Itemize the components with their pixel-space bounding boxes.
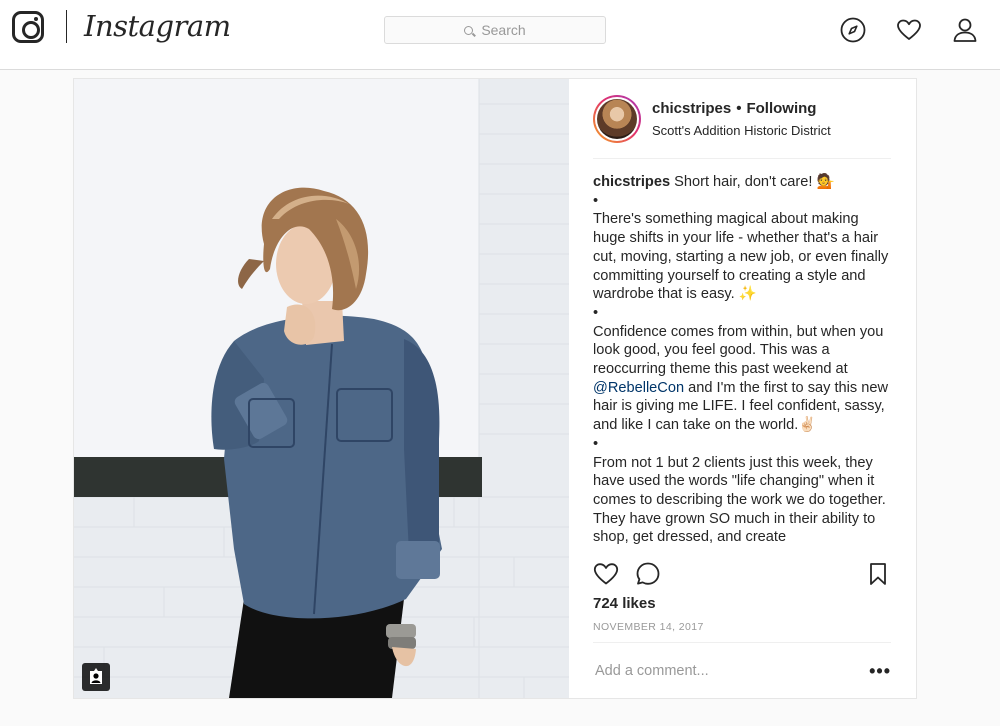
caption-paragraph-3: From not 1 but 2 clients just this week,… <box>593 454 886 546</box>
post-photo[interactable] <box>74 79 569 698</box>
bookmark-icon[interactable] <box>865 561 891 587</box>
instagram-wordmark[interactable]: Instagram <box>84 9 231 43</box>
location-link[interactable]: Scott's Addition Historic District <box>652 123 831 138</box>
search-icon <box>464 25 474 35</box>
comment-input[interactable]: Add a comment... <box>595 663 709 679</box>
separator-dot: • <box>736 100 742 117</box>
more-options-icon[interactable]: ••• <box>869 661 891 682</box>
likes-count[interactable]: 724 likes <box>593 595 656 612</box>
caption-bullet: • <box>593 192 599 209</box>
post-actions <box>593 561 891 589</box>
comment-icon[interactable] <box>635 561 661 587</box>
caption-bullet: • <box>593 435 599 452</box>
caption-paragraph-1: There's something magical about making h… <box>593 211 889 303</box>
caption-lead: Short hair, don't care! 💁 <box>674 174 835 190</box>
avatar[interactable] <box>593 95 641 143</box>
mention-link[interactable]: @RebelleCon <box>593 380 684 396</box>
post-date[interactable]: NOVEMBER 14, 2017 <box>593 621 704 633</box>
person-icon[interactable] <box>952 17 978 43</box>
caption-bullet: • <box>593 304 599 321</box>
post-sidebar: chicstripes • Following Scott's Addition H… <box>569 79 916 698</box>
username-link[interactable]: chicstripes <box>652 100 731 117</box>
post-caption: chicstripes Short hair, don't care! 💁 • … <box>593 173 893 547</box>
post-header: chicstripes • Following Scott's Addition H… <box>593 93 891 159</box>
user-tag-glyph <box>90 668 102 684</box>
user-tag-icon[interactable] <box>82 663 110 691</box>
post-author: chicstripes • Following <box>652 100 816 117</box>
search-input[interactable]: Search <box>384 16 606 44</box>
caption-paragraph-2: Confidence comes from within, but when y… <box>593 323 893 435</box>
caption-username[interactable]: chicstripes <box>593 174 670 190</box>
top-navigation-bar: Instagram Search <box>0 0 1000 70</box>
search-placeholder: Search <box>481 22 526 38</box>
caption-paragraph-2-start: Confidence comes from within, but when y… <box>593 323 884 378</box>
post-photo-illustration <box>74 79 569 698</box>
logo-divider <box>66 10 67 43</box>
avatar-frame <box>595 97 639 141</box>
post-card: chicstripes • Following Scott's Addition H… <box>73 78 917 699</box>
compass-icon[interactable] <box>840 17 866 43</box>
avatar-image <box>597 99 637 139</box>
comment-section: Add a comment... ••• <box>593 642 891 698</box>
heart-icon[interactable] <box>896 17 922 43</box>
instagram-camera-icon[interactable] <box>12 11 44 43</box>
following-button[interactable]: Following <box>746 100 816 117</box>
heart-outline-icon[interactable] <box>593 561 619 587</box>
